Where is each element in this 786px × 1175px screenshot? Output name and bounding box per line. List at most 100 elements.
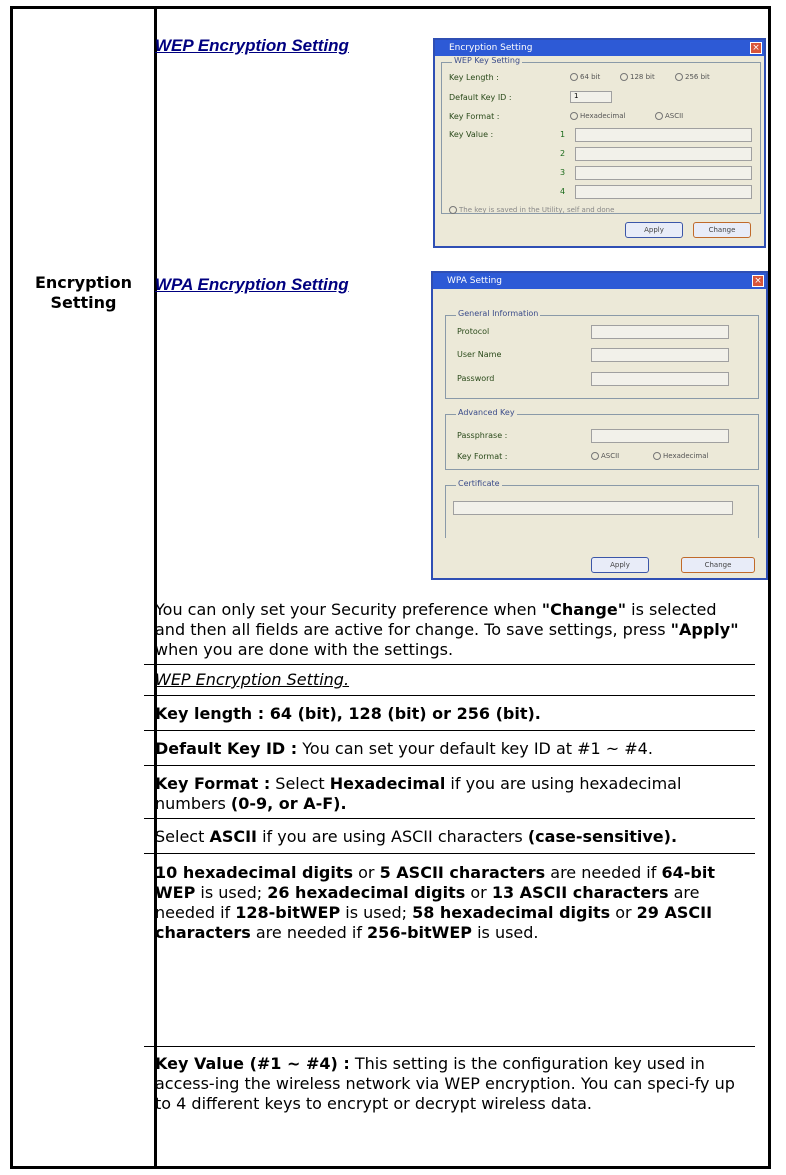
- close-icon: ×: [752, 275, 764, 287]
- ascii-bold: ASCII: [209, 827, 258, 846]
- ascii-case: (case-sensitive).: [527, 827, 678, 846]
- key-length-text: Key length : 64 (bit), 128 (bit) or 256 …: [155, 704, 541, 723]
- radio-64: 64 bit: [570, 73, 600, 81]
- divider: [144, 765, 755, 766]
- key-format-hex: Hexadecimal: [329, 774, 446, 793]
- divider: [144, 695, 755, 696]
- intro-change: "Change": [541, 600, 627, 619]
- key-num-4: 4: [560, 187, 566, 196]
- wep-dialog-screenshot: Encryption Setting × WEP Key Setting Key …: [433, 38, 766, 248]
- radio-hex: Hexadecimal: [570, 112, 625, 120]
- key-num-3: 3: [560, 168, 566, 177]
- digits-r: is used.: [471, 923, 539, 942]
- password-label: Password: [457, 374, 495, 383]
- intro-text-1: You can only set your Security preferenc…: [155, 600, 542, 619]
- wep-apply-button: Apply: [625, 222, 683, 238]
- passphrase-label: Passphrase :: [457, 431, 508, 440]
- radio-128: 128 bit: [620, 73, 655, 81]
- general-info-label: General Information: [456, 309, 541, 318]
- default-key-text: You can set your default key ID at #1 ~ …: [297, 739, 653, 758]
- key-format-paragraph: Key Format : Select Hexadecimal if you a…: [155, 774, 750, 814]
- key-format-label: Key Format :: [449, 112, 500, 121]
- password-field: [591, 372, 729, 386]
- protocol-field: [591, 325, 729, 339]
- ascii-text-2: if you are using ASCII characters: [257, 827, 528, 846]
- key-num-2: 2: [560, 149, 566, 158]
- certificate-select: [453, 501, 733, 515]
- digits-h: or: [465, 883, 492, 902]
- wpa-dialog-title: WPA Setting: [447, 276, 502, 286]
- default-key-label: Default Key ID :: [449, 93, 512, 102]
- key-field-1: [575, 128, 752, 142]
- divider: [144, 818, 755, 819]
- digits-b: or: [353, 863, 380, 882]
- row-label-line-2: Setting: [50, 293, 117, 312]
- divider: [144, 1046, 755, 1047]
- row-label: Encryption Setting: [13, 273, 154, 313]
- row-label-line-1: Encryption: [34, 273, 133, 292]
- key-format-heading: Key Format :: [155, 774, 271, 793]
- digits-d: are needed if: [545, 863, 662, 882]
- wpa-apply-button: Apply: [591, 557, 649, 573]
- key-format-range: (0-9, or A-F).: [230, 794, 347, 813]
- key-field-2: [575, 147, 752, 161]
- key-num-1: 1: [560, 130, 566, 139]
- wep-key-group-label: WEP Key Setting: [452, 56, 523, 65]
- default-key-paragraph: Default Key ID : You can set your defaul…: [155, 739, 750, 759]
- ascii-text-1: Select: [155, 827, 210, 846]
- digits-a: 10 hexadecimal digits: [155, 863, 354, 882]
- digits-c: 5 ASCII characters: [379, 863, 546, 882]
- divider: [144, 853, 755, 854]
- digits-q: 256-bitWEP: [367, 923, 472, 942]
- ascii-paragraph: Select ASCII if you are using ASCII char…: [155, 827, 750, 847]
- digits-n: or: [610, 903, 637, 922]
- wep-dialog-title: Encryption Setting: [449, 43, 533, 53]
- key-value-paragraph: Key Value (#1 ~ #4) : This setting is th…: [155, 1054, 750, 1114]
- wep-heading-text: WEP Encryption Setting.: [155, 670, 350, 689]
- save-key-checkbox: The key is saved in the Utility, self an…: [449, 206, 614, 214]
- wep-dialog-titlebar: Encryption Setting ×: [435, 40, 764, 56]
- wep-change-button: Change: [693, 222, 751, 238]
- key-length-paragraph: Key length : 64 (bit), 128 (bit) or 256 …: [155, 704, 750, 724]
- default-key-select: 1: [570, 91, 612, 103]
- key-value-heading: Key Value (#1 ~ #4) :: [155, 1054, 350, 1073]
- advanced-key-label: Advanced Key: [456, 408, 517, 417]
- wep-section-title: WEP Encryption Setting: [155, 36, 349, 55]
- passphrase-field: [591, 429, 729, 443]
- wpa-dialog-titlebar: WPA Setting ×: [433, 273, 766, 289]
- radio-ascii: ASCII: [655, 112, 683, 120]
- digits-i: 13 ASCII characters: [491, 883, 669, 902]
- username-label: User Name: [457, 350, 502, 359]
- divider: [144, 664, 755, 665]
- username-field: [591, 348, 729, 362]
- wpa-key-format-label: Key Format :: [457, 452, 508, 461]
- digits-l: is used;: [340, 903, 413, 922]
- key-length-label: Key Length :: [449, 73, 499, 82]
- column-divider: [154, 9, 157, 1166]
- wep-heading: WEP Encryption Setting.: [155, 670, 750, 690]
- digits-g: 26 hexadecimal digits: [267, 883, 466, 902]
- digits-k: 128-bitWEP: [235, 903, 341, 922]
- intro-apply: "Apply": [670, 620, 739, 639]
- wpa-dialog-screenshot: WPA Setting × General Information Protoco…: [431, 271, 768, 580]
- wpa-radio-ascii: ASCII: [591, 452, 619, 460]
- wpa-change-button: Change: [681, 557, 755, 573]
- key-value-label: Key Value :: [449, 130, 494, 139]
- digits-p: are needed if: [250, 923, 368, 942]
- divider: [144, 730, 755, 731]
- protocol-label: Protocol: [457, 327, 490, 336]
- key-field-3: [575, 166, 752, 180]
- digits-paragraph: 10 hexadecimal digits or 5 ASCII charact…: [155, 863, 750, 943]
- close-icon: ×: [750, 42, 762, 54]
- wpa-section-title: WPA Encryption Setting: [155, 275, 349, 294]
- certificate-label: Certificate: [456, 479, 502, 488]
- wpa-radio-hex: Hexadecimal: [653, 452, 708, 460]
- digits-f: is used;: [195, 883, 268, 902]
- default-key-heading: Default Key ID :: [155, 739, 298, 758]
- intro-text-3: when you are done with the settings.: [155, 640, 454, 659]
- digits-m: 58 hexadecimal digits: [412, 903, 611, 922]
- key-field-4: [575, 185, 752, 199]
- key-format-text-1: Select: [270, 774, 330, 793]
- intro-paragraph: You can only set your Security preferenc…: [155, 600, 750, 660]
- radio-256: 256 bit: [675, 73, 710, 81]
